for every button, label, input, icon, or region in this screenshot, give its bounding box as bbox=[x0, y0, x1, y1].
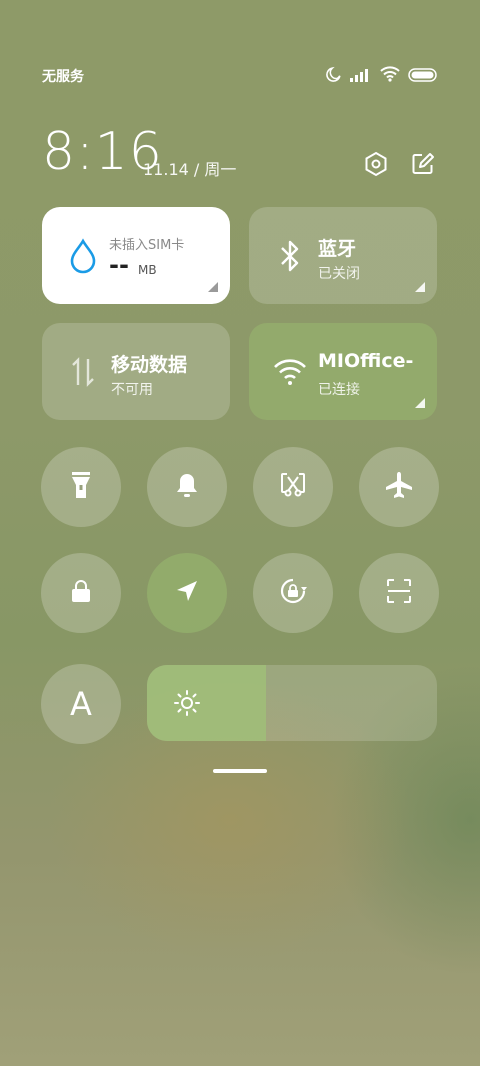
wifi-icon bbox=[273, 353, 307, 391]
wifi-tile[interactable]: MIOffice- 已连接 bbox=[249, 323, 437, 420]
auto-brightness-toggle[interactable]: A bbox=[41, 664, 121, 744]
carrier-status: 无服务 bbox=[42, 69, 84, 85]
expand-corner-icon bbox=[415, 282, 425, 292]
brightness-slider[interactable] bbox=[147, 665, 437, 741]
bell-icon bbox=[174, 471, 200, 503]
airplane-icon bbox=[384, 470, 414, 504]
data-usage-tile[interactable]: 未插入SIM卡 -- MB bbox=[42, 207, 230, 304]
mobile-data-label: 移动数据 bbox=[111, 354, 188, 376]
wifi-icon bbox=[380, 66, 400, 86]
expand-corner-icon bbox=[208, 282, 218, 292]
lock-icon bbox=[69, 578, 93, 608]
bluetooth-icon bbox=[273, 237, 307, 275]
flashlight-icon bbox=[69, 470, 93, 504]
bluetooth-tile[interactable]: 蓝牙 已关闭 bbox=[249, 207, 437, 304]
battery-icon bbox=[408, 67, 438, 86]
location-toggle[interactable] bbox=[147, 553, 227, 633]
moon-icon bbox=[326, 66, 342, 86]
bluetooth-status: 已关闭 bbox=[318, 266, 360, 282]
wifi-status: 已连接 bbox=[318, 382, 360, 398]
mobile-data-tile[interactable]: 移动数据 不可用 bbox=[42, 323, 230, 420]
drag-handle[interactable] bbox=[213, 769, 267, 773]
water-drop-icon bbox=[66, 237, 100, 275]
signal-icon bbox=[350, 67, 372, 86]
rotation-lock-icon bbox=[277, 575, 309, 611]
scan-icon bbox=[385, 577, 413, 609]
screenshot-icon bbox=[279, 471, 307, 503]
edit-icon[interactable] bbox=[409, 150, 437, 178]
screen-lock-toggle[interactable] bbox=[41, 553, 121, 633]
sun-icon bbox=[173, 689, 201, 721]
data-usage-value: -- bbox=[109, 251, 129, 279]
clock-date: 11.14 / 周一 bbox=[143, 160, 237, 179]
brightness-slider-fill bbox=[147, 665, 266, 741]
flashlight-toggle[interactable] bbox=[41, 447, 121, 527]
wifi-network-name: MIOffice- bbox=[318, 350, 414, 372]
settings-hex-icon[interactable] bbox=[362, 150, 390, 178]
screenshot-toggle[interactable] bbox=[253, 447, 333, 527]
font-a-icon: A bbox=[70, 685, 92, 723]
bluetooth-label: 蓝牙 bbox=[318, 238, 357, 260]
mobile-data-status: 不可用 bbox=[111, 382, 153, 398]
location-icon bbox=[174, 578, 200, 608]
scanner-toggle[interactable] bbox=[359, 553, 439, 633]
data-arrows-icon bbox=[66, 353, 100, 391]
status-icons bbox=[326, 66, 438, 86]
rotation-lock-toggle[interactable] bbox=[253, 553, 333, 633]
ringer-toggle[interactable] bbox=[147, 447, 227, 527]
airplane-mode-toggle[interactable] bbox=[359, 447, 439, 527]
expand-corner-icon bbox=[415, 398, 425, 408]
data-usage-unit: MB bbox=[138, 263, 157, 277]
